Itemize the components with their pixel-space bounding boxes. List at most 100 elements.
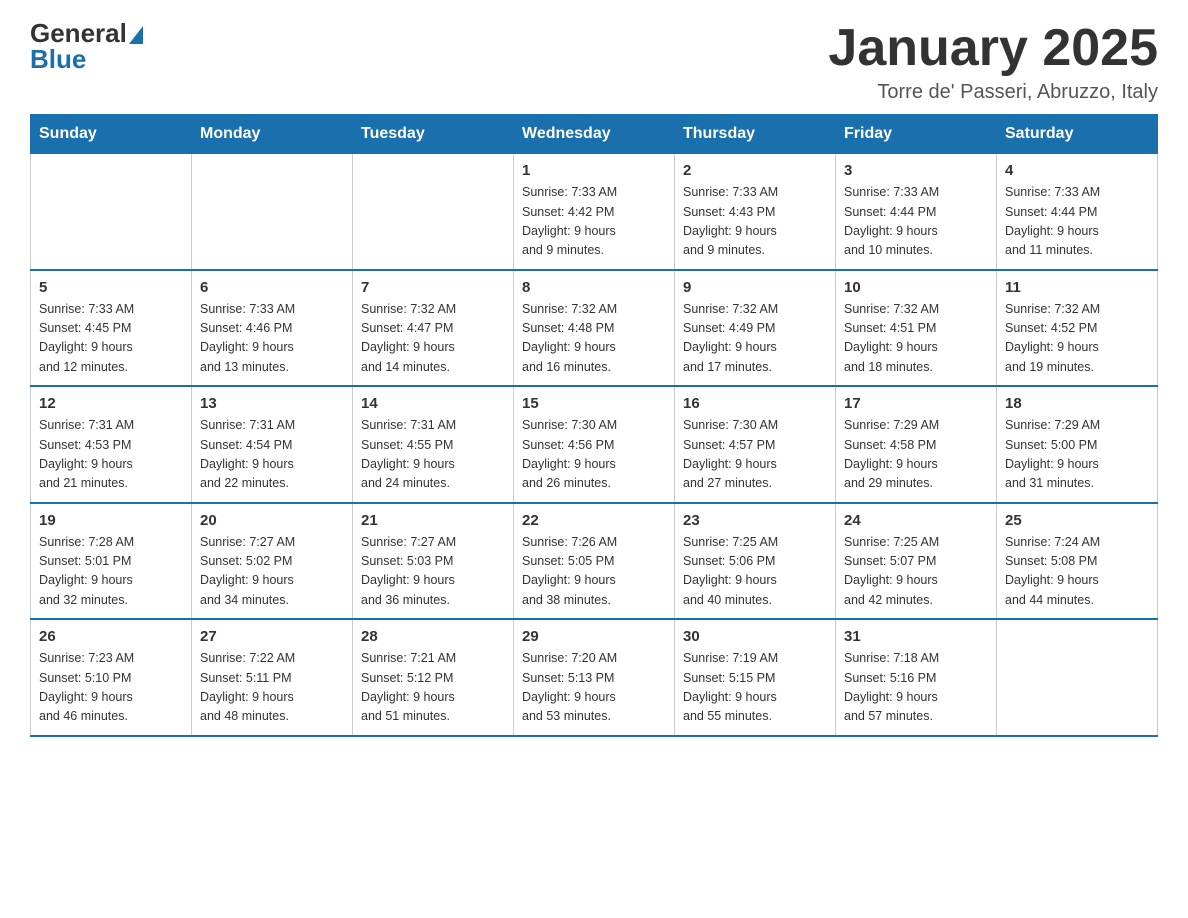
day-number: 24 <box>844 512 988 529</box>
day-number: 17 <box>844 395 988 412</box>
day-info: Sunrise: 7:27 AM Sunset: 5:02 PM Dayligh… <box>200 533 344 611</box>
calendar-cell: 19Sunrise: 7:28 AM Sunset: 5:01 PM Dayli… <box>31 503 192 620</box>
calendar-header-row: SundayMondayTuesdayWednesdayThursdayFrid… <box>31 115 1158 154</box>
day-number: 2 <box>683 162 827 179</box>
calendar-cell: 22 Sunrise: 7:26 AM Sunset: 5:05 PM Dayli… <box>514 503 675 620</box>
calendar-cell: 12 Sunrise: 7:31 AM Sunset: 4:53 PM Dayli… <box>31 386 192 503</box>
day-info: Sunrise: 7:31 AM Sunset: 4:53 PM Dayligh… <box>39 416 183 494</box>
calendar-cell: 28Sunrise: 7:21 AM Sunset: 5:12 PM Dayli… <box>353 619 514 736</box>
day-number: 11 <box>1005 279 1149 296</box>
day-number: 3 <box>844 162 988 179</box>
day-info: Sunrise: 7:33 AM Sunset: 4:44 PM Dayligh… <box>1005 183 1149 261</box>
day-number: 22 <box>522 512 666 529</box>
calendar-cell: 13 Sunrise: 7:31 AM Sunset: 4:54 PM Dayli… <box>192 386 353 503</box>
day-number: 27 <box>200 628 344 645</box>
calendar-subtitle: Torre de' Passeri, Abruzzo, Italy <box>828 81 1158 104</box>
day-number: 6 <box>200 279 344 296</box>
day-info: Sunrise: 7:31 AM Sunset: 4:54 PM Dayligh… <box>200 416 344 494</box>
calendar-cell <box>192 154 353 270</box>
calendar-week-row: 26 Sunrise: 7:23 AM Sunset: 5:10 PM Dayli… <box>31 619 1158 736</box>
day-info: Sunrise: 7:33 AM Sunset: 4:43 PM Dayligh… <box>683 183 827 261</box>
calendar-cell: 1 Sunrise: 7:33 AM Sunset: 4:42 PM Daylig… <box>514 154 675 270</box>
day-of-week-header: Saturday <box>997 115 1158 154</box>
day-number: 5 <box>39 279 183 296</box>
day-number: 1 <box>522 162 666 179</box>
day-info: Sunrise: 7:32 AM Sunset: 4:47 PM Dayligh… <box>361 300 505 378</box>
calendar-cell: 15Sunrise: 7:30 AM Sunset: 4:56 PM Dayli… <box>514 386 675 503</box>
day-number: 29 <box>522 628 666 645</box>
calendar-week-row: 19Sunrise: 7:28 AM Sunset: 5:01 PM Dayli… <box>31 503 1158 620</box>
calendar-cell: 6Sunrise: 7:33 AM Sunset: 4:46 PM Daylig… <box>192 270 353 387</box>
calendar-cell: 20 Sunrise: 7:27 AM Sunset: 5:02 PM Dayli… <box>192 503 353 620</box>
day-number: 25 <box>1005 512 1149 529</box>
calendar-cell: 11 Sunrise: 7:32 AM Sunset: 4:52 PM Dayli… <box>997 270 1158 387</box>
day-number: 19 <box>39 512 183 529</box>
day-of-week-header: Friday <box>836 115 997 154</box>
day-number: 26 <box>39 628 183 645</box>
day-number: 8 <box>522 279 666 296</box>
day-number: 31 <box>844 628 988 645</box>
day-of-week-header: Tuesday <box>353 115 514 154</box>
logo-icon: General Blue <box>30 20 143 72</box>
calendar-cell: 4 Sunrise: 7:33 AM Sunset: 4:44 PM Daylig… <box>997 154 1158 270</box>
logo-general-text: General <box>30 20 127 46</box>
day-number: 28 <box>361 628 505 645</box>
day-info: Sunrise: 7:32 AM Sunset: 4:48 PM Dayligh… <box>522 300 666 378</box>
day-of-week-header: Wednesday <box>514 115 675 154</box>
day-info: Sunrise: 7:33 AM Sunset: 4:45 PM Dayligh… <box>39 300 183 378</box>
day-info: Sunrise: 7:30 AM Sunset: 4:57 PM Dayligh… <box>683 416 827 494</box>
calendar-cell <box>353 154 514 270</box>
calendar-cell: 17 Sunrise: 7:29 AM Sunset: 4:58 PM Dayli… <box>836 386 997 503</box>
calendar-cell: 8 Sunrise: 7:32 AM Sunset: 4:48 PM Daylig… <box>514 270 675 387</box>
day-info: Sunrise: 7:33 AM Sunset: 4:44 PM Dayligh… <box>844 183 988 261</box>
day-info: Sunrise: 7:29 AM Sunset: 5:00 PM Dayligh… <box>1005 416 1149 494</box>
day-info: Sunrise: 7:25 AM Sunset: 5:06 PM Dayligh… <box>683 533 827 611</box>
day-number: 16 <box>683 395 827 412</box>
day-number: 14 <box>361 395 505 412</box>
day-number: 4 <box>1005 162 1149 179</box>
day-info: Sunrise: 7:26 AM Sunset: 5:05 PM Dayligh… <box>522 533 666 611</box>
day-number: 23 <box>683 512 827 529</box>
calendar-cell: 16 Sunrise: 7:30 AM Sunset: 4:57 PM Dayli… <box>675 386 836 503</box>
day-info: Sunrise: 7:33 AM Sunset: 4:42 PM Dayligh… <box>522 183 666 261</box>
day-number: 20 <box>200 512 344 529</box>
day-number: 7 <box>361 279 505 296</box>
calendar-cell: 18Sunrise: 7:29 AM Sunset: 5:00 PM Dayli… <box>997 386 1158 503</box>
calendar-cell: 21 Sunrise: 7:27 AM Sunset: 5:03 PM Dayli… <box>353 503 514 620</box>
calendar-cell: 23 Sunrise: 7:25 AM Sunset: 5:06 PM Dayli… <box>675 503 836 620</box>
calendar-cell: 10Sunrise: 7:32 AM Sunset: 4:51 PM Dayli… <box>836 270 997 387</box>
day-info: Sunrise: 7:32 AM Sunset: 4:49 PM Dayligh… <box>683 300 827 378</box>
day-info: Sunrise: 7:20 AM Sunset: 5:13 PM Dayligh… <box>522 649 666 727</box>
day-number: 12 <box>39 395 183 412</box>
calendar-cell: 25Sunrise: 7:24 AM Sunset: 5:08 PM Dayli… <box>997 503 1158 620</box>
calendar-cell: 14 Sunrise: 7:31 AM Sunset: 4:55 PM Dayli… <box>353 386 514 503</box>
day-info: Sunrise: 7:19 AM Sunset: 5:15 PM Dayligh… <box>683 649 827 727</box>
calendar-cell: 9Sunrise: 7:32 AM Sunset: 4:49 PM Daylig… <box>675 270 836 387</box>
day-info: Sunrise: 7:23 AM Sunset: 5:10 PM Dayligh… <box>39 649 183 727</box>
calendar-cell: 2 Sunrise: 7:33 AM Sunset: 4:43 PM Daylig… <box>675 154 836 270</box>
calendar-cell: 27Sunrise: 7:22 AM Sunset: 5:11 PM Dayli… <box>192 619 353 736</box>
logo-triangle-icon <box>129 26 143 44</box>
calendar-cell <box>997 619 1158 736</box>
calendar-cell: 31Sunrise: 7:18 AM Sunset: 5:16 PM Dayli… <box>836 619 997 736</box>
day-number: 13 <box>200 395 344 412</box>
day-number: 21 <box>361 512 505 529</box>
title-section: January 2025 Torre de' Passeri, Abruzzo,… <box>828 20 1158 104</box>
day-of-week-header: Sunday <box>31 115 192 154</box>
calendar-week-row: 5 Sunrise: 7:33 AM Sunset: 4:45 PM Daylig… <box>31 270 1158 387</box>
calendar-cell: 29 Sunrise: 7:20 AM Sunset: 5:13 PM Dayli… <box>514 619 675 736</box>
calendar-cell <box>31 154 192 270</box>
calendar-table: SundayMondayTuesdayWednesdayThursdayFrid… <box>30 114 1158 737</box>
calendar-week-row: 12 Sunrise: 7:31 AM Sunset: 4:53 PM Dayli… <box>31 386 1158 503</box>
day-of-week-header: Monday <box>192 115 353 154</box>
day-of-week-header: Thursday <box>675 115 836 154</box>
calendar-cell: 24Sunrise: 7:25 AM Sunset: 5:07 PM Dayli… <box>836 503 997 620</box>
day-info: Sunrise: 7:27 AM Sunset: 5:03 PM Dayligh… <box>361 533 505 611</box>
day-info: Sunrise: 7:32 AM Sunset: 4:51 PM Dayligh… <box>844 300 988 378</box>
calendar-cell: 30 Sunrise: 7:19 AM Sunset: 5:15 PM Dayli… <box>675 619 836 736</box>
day-info: Sunrise: 7:29 AM Sunset: 4:58 PM Dayligh… <box>844 416 988 494</box>
day-info: Sunrise: 7:32 AM Sunset: 4:52 PM Dayligh… <box>1005 300 1149 378</box>
calendar-title: January 2025 <box>828 20 1158 77</box>
day-info: Sunrise: 7:31 AM Sunset: 4:55 PM Dayligh… <box>361 416 505 494</box>
day-number: 30 <box>683 628 827 645</box>
